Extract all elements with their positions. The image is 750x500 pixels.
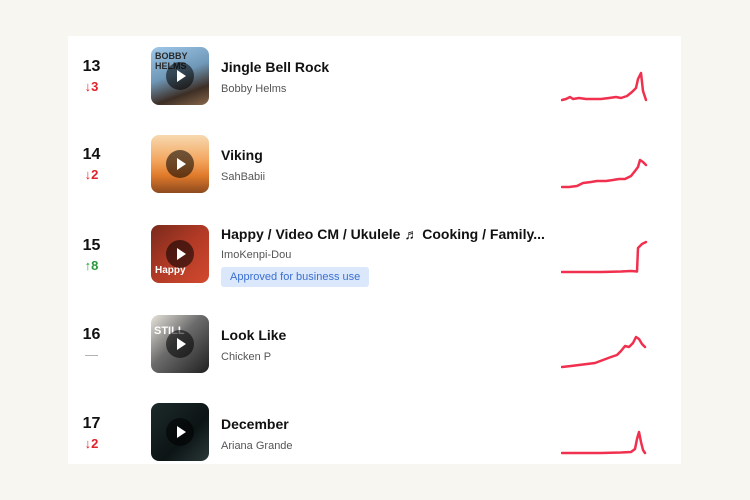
video-thumbnail[interactable] [151, 135, 209, 193]
list-item[interactable]: 17 ↓2 December Ariana Grande [68, 402, 681, 482]
trend-sparkline [561, 71, 648, 102]
song-title[interactable]: Happy / Video CM / Ukulele ♬ Cooking / F… [221, 226, 551, 242]
rank-number: 17 [82, 415, 101, 432]
play-icon[interactable] [166, 62, 194, 90]
list-item[interactable]: 15 ↑8 Happy Happy / Video CM / Ukulele ♬… [68, 224, 681, 304]
business-use-badge: Approved for business use [221, 267, 370, 287]
trend-sparkline [561, 158, 648, 189]
rank-number: 13 [82, 58, 101, 75]
artist-name[interactable]: ImoKenpi-Dou [221, 249, 291, 261]
song-title[interactable]: Jingle Bell Rock [221, 59, 551, 75]
trend-sparkline [561, 430, 647, 455]
chart-list-panel: 13 ↓3 BOBBY HELMS Jingle Bell Rock Bobby… [68, 36, 681, 464]
play-icon[interactable] [166, 418, 194, 446]
trend-line [561, 240, 648, 274]
video-thumbnail[interactable]: STILL [151, 315, 209, 373]
artist-name[interactable]: Chicken P [221, 351, 271, 363]
artist-name[interactable]: SahBabii [221, 171, 265, 183]
list-item[interactable]: 16 — STILL Look Like Chicken P [68, 315, 681, 395]
trend-line [561, 71, 648, 102]
list-item[interactable]: 14 ↓2 Viking SahBabii [68, 135, 681, 215]
trend-line [561, 430, 647, 455]
rank-change: — [85, 347, 98, 362]
video-thumbnail[interactable]: BOBBY HELMS [151, 47, 209, 105]
rank-number: 15 [82, 237, 101, 254]
song-title[interactable]: Viking [221, 147, 551, 163]
rank-change: ↓2 [84, 436, 99, 451]
play-icon[interactable] [166, 240, 194, 268]
artist-name[interactable]: Bobby Helms [221, 83, 286, 95]
trend-line [561, 335, 647, 369]
trend-sparkline [561, 335, 647, 369]
song-title[interactable]: December [221, 416, 551, 432]
song-title[interactable]: Look Like [221, 327, 551, 343]
trend-line [561, 158, 648, 189]
rank-change: ↑8 [84, 258, 99, 273]
rank-change: ↓2 [84, 167, 99, 182]
rank-number: 14 [82, 146, 101, 163]
video-thumbnail[interactable]: Happy [151, 225, 209, 283]
artist-name[interactable]: Ariana Grande [221, 440, 293, 452]
rank-number: 16 [82, 326, 101, 343]
play-icon[interactable] [166, 330, 194, 358]
trend-sparkline [561, 240, 648, 274]
list-item[interactable]: 13 ↓3 BOBBY HELMS Jingle Bell Rock Bobby… [68, 47, 681, 127]
video-thumbnail[interactable] [151, 403, 209, 461]
play-icon[interactable] [166, 150, 194, 178]
rank-change: ↓3 [84, 79, 99, 94]
